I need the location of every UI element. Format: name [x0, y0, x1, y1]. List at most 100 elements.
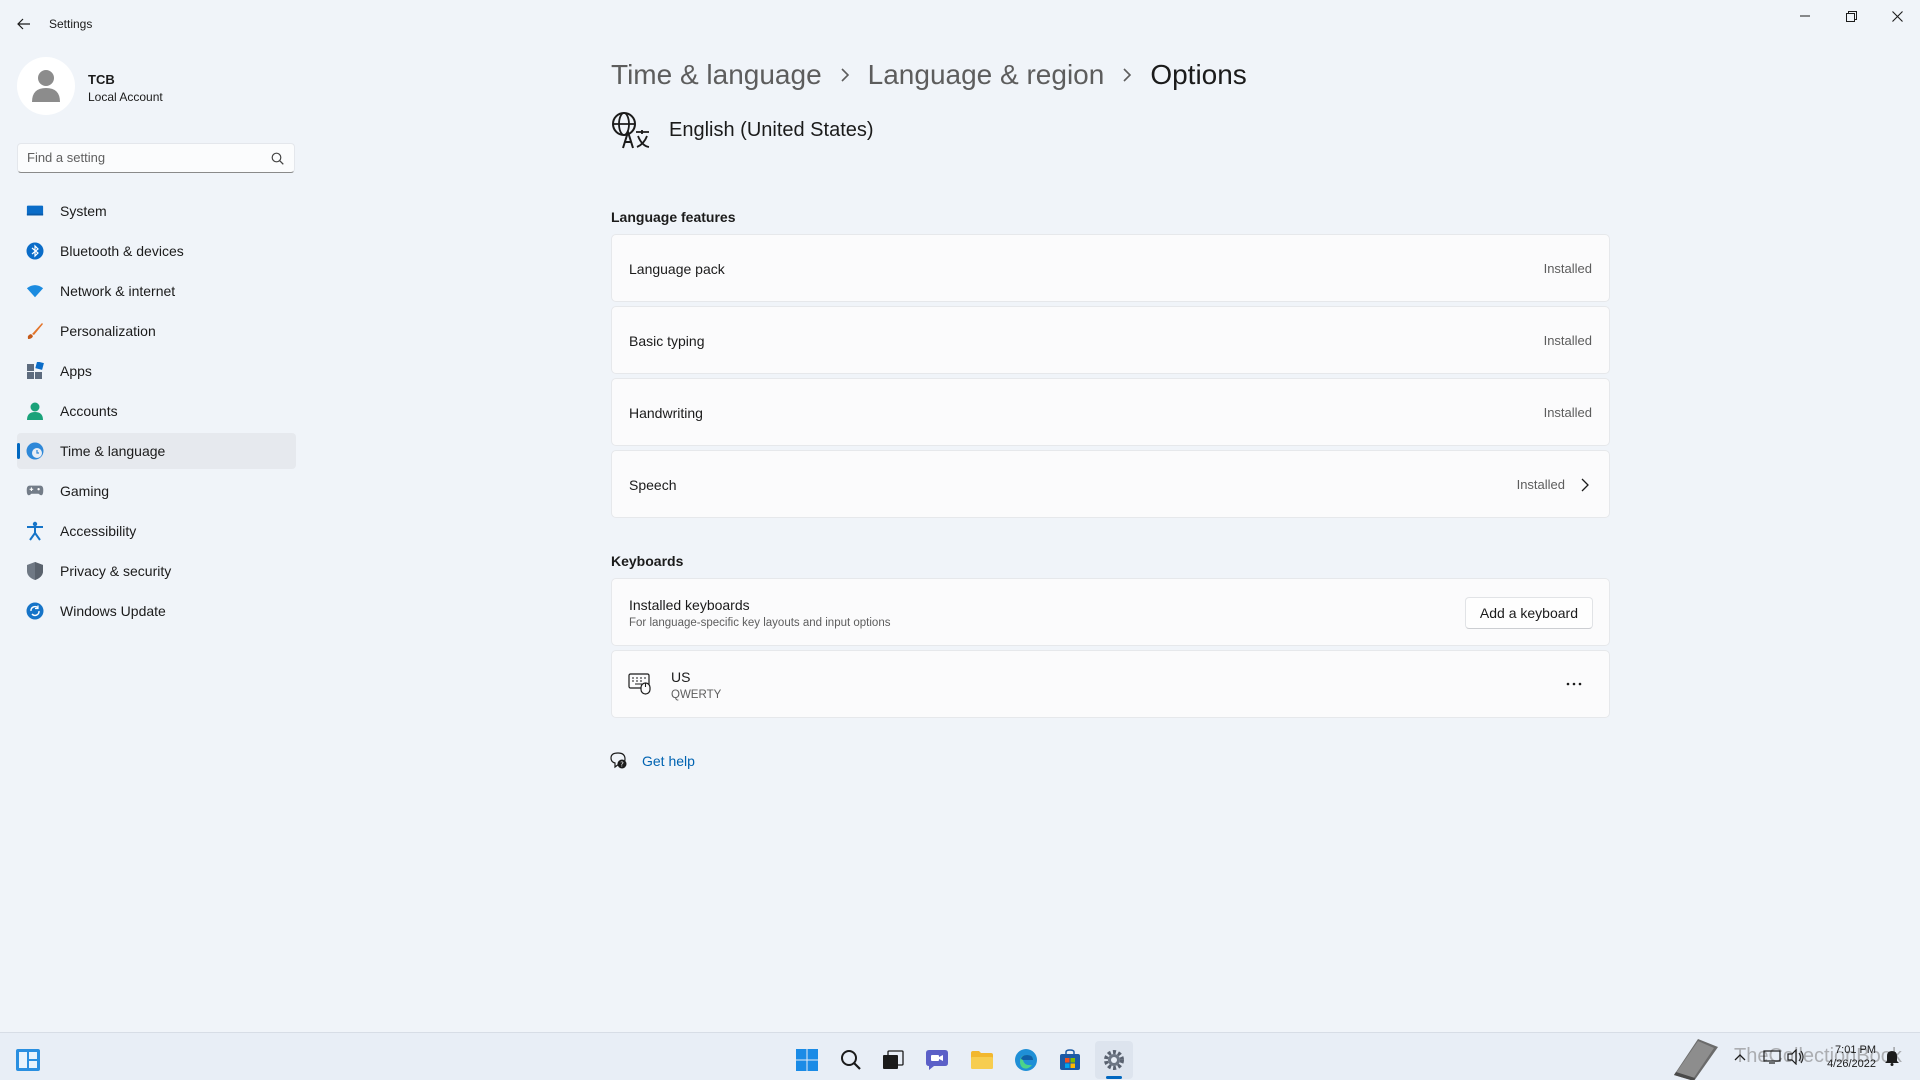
language-name: English (United States): [669, 118, 874, 141]
sidebar-item-privacy[interactable]: Privacy & security: [17, 553, 296, 589]
installed-keyboards-row: Installed keyboards For language-specifi…: [611, 578, 1610, 646]
section-title-keyboards: Keyboards: [611, 553, 684, 569]
search-input[interactable]: [27, 150, 257, 165]
clock-date: 4/26/2022: [1827, 1058, 1876, 1070]
user-profile[interactable]: TCB Local Account: [17, 57, 297, 117]
sidebar-item-accounts[interactable]: Accounts: [17, 393, 296, 429]
edge-button[interactable]: [1007, 1041, 1045, 1079]
task-view-button[interactable]: [874, 1041, 912, 1079]
sidebar-item-label: Accounts: [60, 403, 118, 419]
sidebar-item-label: Personalization: [60, 323, 156, 339]
chat-button[interactable]: [918, 1041, 956, 1079]
svg-text:?: ?: [620, 761, 624, 769]
show-hidden-icons-button[interactable]: [1730, 1047, 1750, 1067]
folder-icon: [971, 1051, 993, 1069]
update-icon: [26, 602, 44, 620]
wifi-icon: [26, 282, 44, 300]
notifications-button[interactable]: [1882, 1047, 1902, 1067]
sidebar-item-network[interactable]: Network & internet: [17, 273, 296, 309]
apps-icon: [26, 362, 44, 380]
language-translate-icon: [612, 112, 650, 149]
chevron-right-icon: [1122, 68, 1132, 82]
network-tray-button[interactable]: [1762, 1047, 1782, 1067]
taskbar: TheCollectionBook 7:01 PM 4/26/2022: [0, 1032, 1920, 1080]
feature-status: Installed: [1543, 261, 1592, 276]
start-button[interactable]: [788, 1041, 826, 1079]
sidebar-item-accessibility[interactable]: Accessibility: [17, 513, 296, 549]
close-icon: [1891, 10, 1903, 22]
get-help-label: Get help: [642, 753, 695, 769]
section-title-language-features: Language features: [611, 209, 736, 225]
accounts-icon: [26, 402, 44, 420]
sidebar-item-apps[interactable]: Apps: [17, 353, 296, 389]
add-keyboard-button[interactable]: Add a keyboard: [1464, 597, 1593, 629]
active-app-indicator: [1106, 1076, 1122, 1079]
search-box[interactable]: [17, 143, 295, 173]
breadcrumb-time-language[interactable]: Time & language: [611, 59, 822, 91]
restore-icon: [1845, 10, 1857, 22]
installed-keyboards-description: For language-specific key layouts and in…: [629, 617, 891, 629]
sidebar-item-label: Gaming: [60, 483, 110, 499]
title-bar: Settings: [0, 0, 1920, 48]
feature-label: Handwriting: [629, 405, 703, 421]
chevron-right-icon: [840, 68, 850, 82]
file-explorer-button[interactable]: [963, 1041, 1001, 1079]
keyboard-row-us: US QWERTY: [611, 650, 1610, 718]
get-help-link[interactable]: ? Get help: [610, 752, 695, 770]
chevron-up-icon: [1734, 1054, 1746, 1061]
app-title: Settings: [49, 17, 93, 31]
back-arrow-icon: [17, 18, 30, 30]
widgets-button[interactable]: [9, 1041, 47, 1079]
volume-tray-button[interactable]: [1786, 1047, 1806, 1067]
sidebar-item-system[interactable]: System: [17, 193, 296, 229]
close-button[interactable]: [1874, 0, 1920, 32]
settings-taskbar-button[interactable]: [1095, 1041, 1133, 1079]
more-icon: [1566, 682, 1582, 686]
restore-button[interactable]: [1828, 0, 1874, 32]
help-icon: ?: [610, 752, 627, 769]
feature-status: Installed: [1543, 333, 1592, 348]
search-icon[interactable]: [271, 152, 284, 165]
keyboard-layout: QWERTY: [671, 689, 722, 701]
minimize-icon: [1800, 15, 1810, 17]
more-options-button[interactable]: [1559, 671, 1589, 697]
widgets-icon: [16, 1049, 40, 1071]
feature-row-basic-typing: Basic typing Installed: [611, 306, 1610, 374]
book-logo-icon: [1674, 1039, 1718, 1080]
chat-icon: [926, 1050, 948, 1070]
keyboard-icon: [628, 673, 651, 695]
sidebar-item-label: Accessibility: [60, 523, 137, 539]
sidebar-item-bluetooth[interactable]: Bluetooth & devices: [17, 233, 296, 269]
taskbar-clock[interactable]: 7:01 PM 4/26/2022: [1812, 1043, 1876, 1071]
feature-row-speech[interactable]: Speech Installed: [611, 450, 1610, 518]
bell-icon: [1885, 1051, 1899, 1066]
gear-icon: [1104, 1050, 1124, 1070]
windows-logo-icon: [796, 1049, 818, 1071]
page-title: Options: [1150, 59, 1247, 90]
task-view-icon: [883, 1050, 904, 1069]
sidebar-item-personalization[interactable]: Personalization: [17, 313, 296, 349]
sidebar-item-label: System: [60, 203, 107, 219]
store-icon: [1060, 1049, 1080, 1070]
active-indicator: [17, 443, 20, 459]
edge-browser-icon: [1015, 1049, 1037, 1071]
sidebar-item-time-language[interactable]: Time & language: [17, 433, 296, 469]
minimize-button[interactable]: [1782, 0, 1828, 32]
brush-icon: [26, 322, 44, 340]
sidebar-item-label: Network & internet: [60, 283, 176, 299]
store-button[interactable]: [1051, 1041, 1089, 1079]
clock-time: 7:01 PM: [1835, 1044, 1876, 1056]
language-header: English (United States): [611, 110, 874, 150]
chevron-right-icon: [1581, 478, 1589, 492]
sidebar-item-gaming[interactable]: Gaming: [17, 473, 296, 509]
breadcrumb-language-region[interactable]: Language & region: [868, 59, 1105, 91]
keyboard-name: US: [671, 669, 691, 685]
sidebar-item-label: Bluetooth & devices: [60, 243, 184, 259]
feature-row-language-pack: Language pack Installed: [611, 234, 1610, 302]
taskbar-search-button[interactable]: [832, 1041, 870, 1079]
sidebar-item-windows-update[interactable]: Windows Update: [17, 593, 296, 629]
accessibility-icon: [26, 521, 44, 541]
back-button[interactable]: [10, 12, 38, 36]
sidebar-item-label: Privacy & security: [60, 563, 172, 579]
profile-account-type: Local Account: [88, 90, 163, 104]
